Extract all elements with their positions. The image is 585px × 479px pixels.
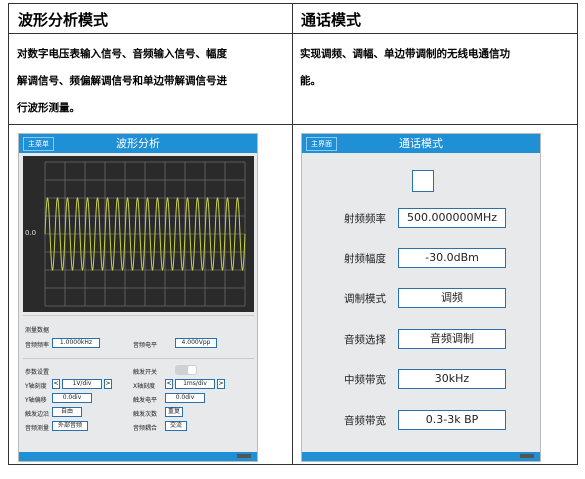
audio-bw-value[interactable]: 0.3-3k BP (398, 410, 506, 430)
call-desc-line: 实现调频、调幅、单边带调制的无线电通信功 (300, 48, 510, 60)
call-mode-header: 通话模式 (301, 11, 362, 29)
audio-select-value[interactable]: 音频调制 (398, 329, 506, 349)
call-description: 实现调频、调幅、单边带调制的无线电通信功 能。 (300, 41, 572, 95)
status-bar (19, 452, 257, 461)
measurement-section: 测量数据 音频频率 1.0000kHz 音频电平 4.000Vpp (23, 315, 254, 356)
title-bar: 主菜单 波形分析 (19, 134, 257, 153)
audio-bw-label: 音频带宽 (344, 415, 386, 427)
audio-measure-value[interactable]: 外部音频 (52, 421, 88, 431)
audio-freq-value: 1.0000kHz (52, 338, 100, 348)
if-bw-value[interactable]: 30kHz (398, 369, 506, 389)
status-bar (302, 452, 540, 461)
waveform-analysis-screenshot: 主菜单 波形分析 0.0 测量数据 音频频率 1.0000kHz 音频电平 4.… (18, 133, 258, 462)
column-divider (292, 4, 293, 464)
if-bw-label: 中频带宽 (344, 374, 386, 386)
audio-freq-label: 音频频率 (25, 342, 50, 349)
y-scale-decrease-button[interactable]: < (52, 379, 60, 389)
row-divider (9, 124, 577, 125)
audio-coupling-label: 音频耦合 (133, 425, 158, 432)
y-scale-label: Y轴刻度 (25, 383, 47, 390)
rf-freq-label: 射频频率 (344, 213, 386, 225)
x-scale-decrease-button[interactable]: < (165, 379, 173, 389)
panel-title: 波形分析 (116, 137, 160, 150)
x-scale-increase-button[interactable]: > (217, 379, 225, 389)
panel-title: 通话模式 (399, 137, 443, 150)
y-scale-increase-button[interactable]: > (104, 379, 112, 389)
trigger-edge-label: 触发边沿 (25, 411, 50, 418)
parameter-section: 参数设置 触发开关 Y轴刻度 < 1V/div > X轴刻度 < 1ms/div… (23, 358, 254, 451)
status-indicator-icon (237, 454, 251, 458)
waveform-mode-header: 波形分析模式 (18, 11, 109, 29)
audio-level-value: 4.000Vpp (175, 338, 217, 348)
oscilloscope-waveform (44, 161, 246, 307)
waveform-desc-line: 解调信号、频偏解调信号和单边带解调信号进 (17, 75, 227, 87)
audio-measure-label: 音频测量 (25, 425, 50, 432)
trigger-level-label: 触发电平 (133, 397, 158, 404)
call-mode-screenshot: 主界面 通话模式 射频频率 500.000000MHz 射频幅度 -30.0dB… (301, 133, 541, 462)
y-offset-value[interactable]: 0.0div (52, 393, 92, 403)
call-desc-line: 能。 (300, 75, 321, 87)
params-section-title: 参数设置 (25, 369, 50, 376)
row-divider (9, 33, 577, 34)
audio-level-label: 音频电平 (133, 342, 158, 349)
rf-freq-value[interactable]: 500.000000MHz (398, 208, 506, 228)
audio-coupling-value[interactable]: 交流 (165, 421, 187, 431)
waveform-desc-line: 对数字电压表输入信号、音频输入信号、幅度 (17, 48, 227, 60)
y-offset-label: Y轴偏移 (25, 397, 47, 404)
rf-amp-label: 射频幅度 (344, 253, 386, 265)
y-scale-value[interactable]: 1V/div (62, 379, 102, 389)
waveform-description: 对数字电压表输入信号、音频输入信号、幅度 解调信号、频偏解调信号和单边带解调信号… (17, 41, 289, 122)
document-table: 波形分析模式 通话模式 对数字电压表输入信号、音频输入信号、幅度 解调信号、频偏… (8, 3, 578, 465)
trigger-edge-value[interactable]: 自由 (52, 407, 82, 417)
trigger-count-label: 触发次数 (133, 411, 158, 418)
x-scale-label: X轴刻度 (133, 383, 156, 390)
measure-section-title: 测量数据 (25, 327, 50, 334)
trigger-level-value[interactable]: 0.0div (165, 393, 205, 403)
mod-mode-value[interactable]: 调频 (398, 288, 506, 308)
audio-select-label: 音频选择 (344, 334, 386, 346)
rf-amp-value[interactable]: -30.0dBm (398, 248, 506, 268)
title-bar: 主界面 通话模式 (302, 134, 540, 153)
trigger-switch-toggle[interactable] (175, 365, 197, 375)
waveform-desc-line: 行波形测量。 (17, 102, 80, 114)
oscilloscope-display: 0.0 (23, 156, 254, 312)
trigger-switch-label: 触发开关 (133, 369, 158, 376)
status-indicator-icon (520, 454, 534, 458)
blank-square-icon[interactable] (412, 170, 434, 192)
axis-zero-label: 0.0 (25, 229, 37, 237)
mod-mode-label: 调制模式 (344, 293, 386, 305)
trigger-count-value[interactable]: 重复 (165, 407, 183, 417)
x-scale-value[interactable]: 1ms/div (175, 379, 215, 389)
